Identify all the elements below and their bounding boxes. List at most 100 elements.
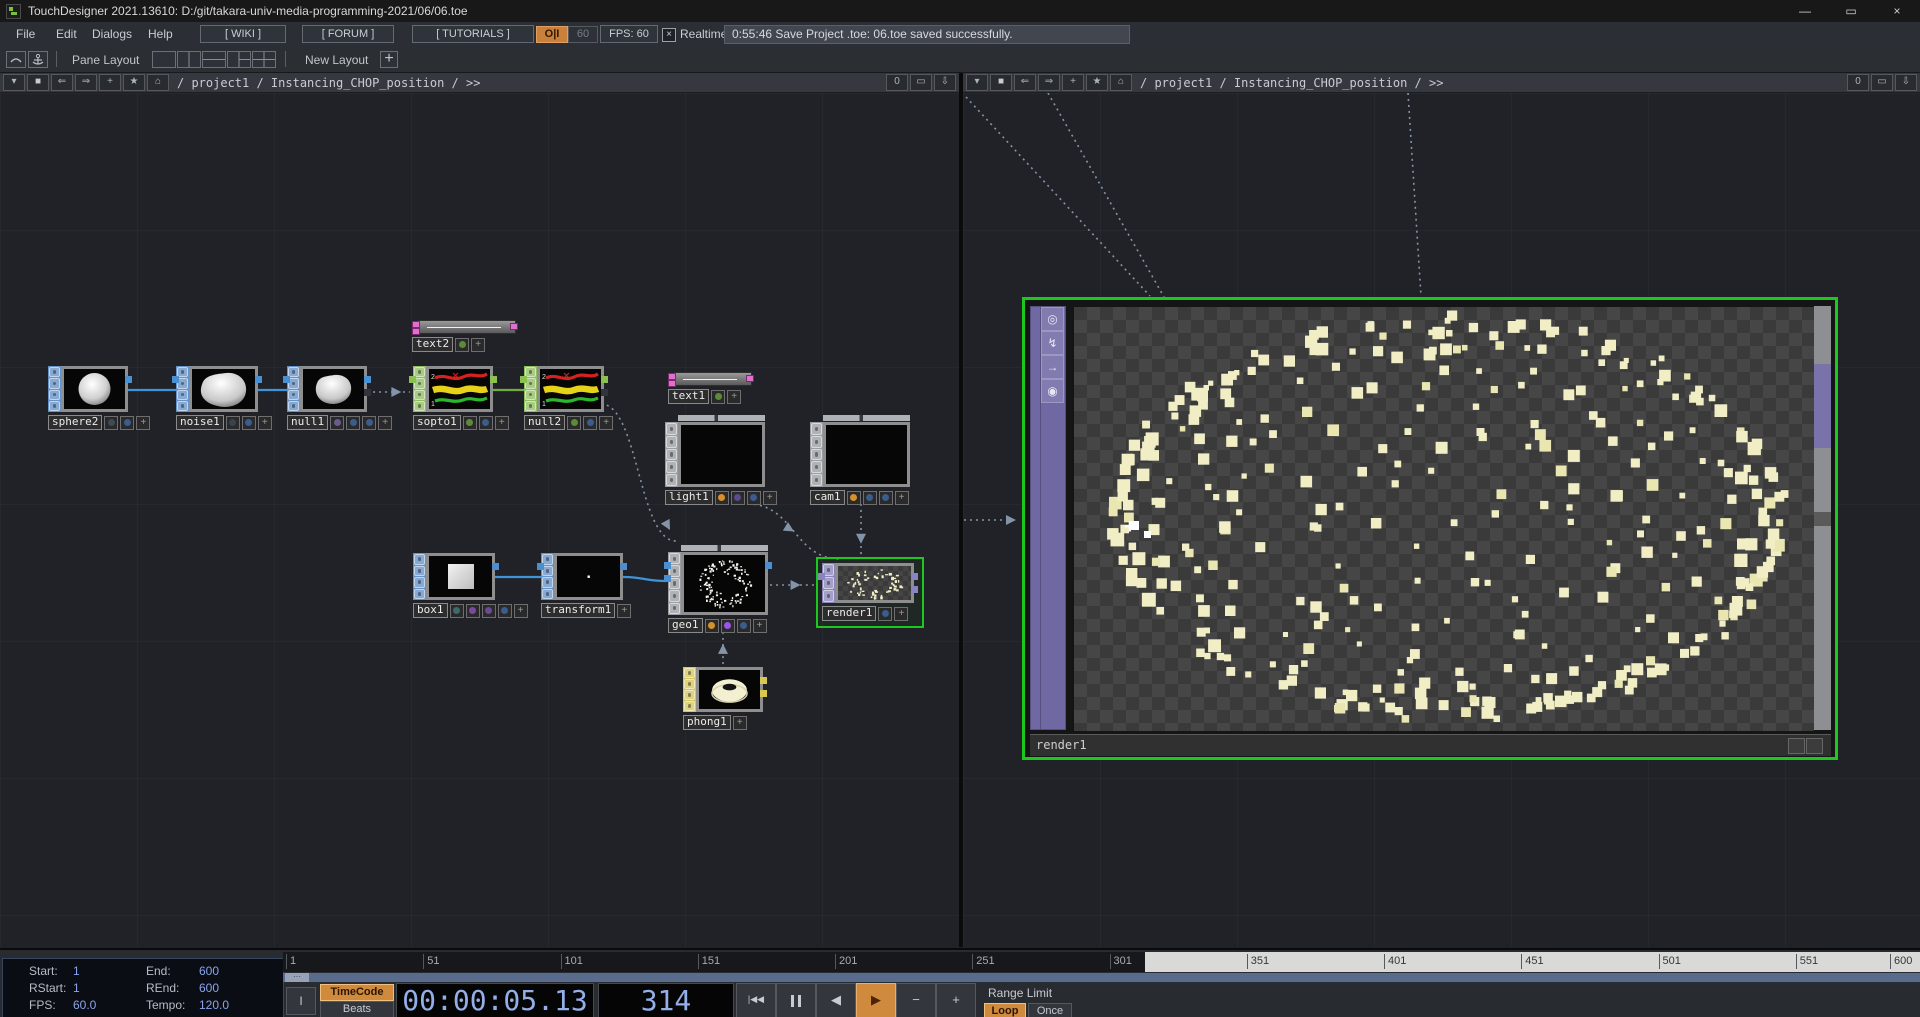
add-flag-chip[interactable]: + xyxy=(617,604,631,618)
flag-chip[interactable] xyxy=(330,416,344,430)
cook-flag-icon[interactable]: ↯ xyxy=(1041,331,1064,355)
flag-chip[interactable] xyxy=(120,416,134,430)
viewer-scroll-strip[interactable] xyxy=(1814,306,1831,730)
flag-cell[interactable] xyxy=(177,390,188,400)
node-text2[interactable]: text2+ xyxy=(412,320,516,350)
independent-time-button[interactable]: I xyxy=(286,987,316,1015)
pane-left-back-button[interactable]: ⇐ xyxy=(51,74,73,91)
flag-chip[interactable] xyxy=(104,416,118,430)
flag-chip[interactable] xyxy=(498,604,512,618)
flag-chip[interactable] xyxy=(747,491,761,505)
output-connector[interactable] xyxy=(125,376,132,383)
midi-oi-toggle[interactable]: O|I xyxy=(536,26,568,43)
node-flag-strip[interactable] xyxy=(48,366,61,412)
viewer-mini-button-2[interactable] xyxy=(1806,738,1823,754)
output-connector[interactable] xyxy=(601,389,608,396)
add-flag-chip[interactable]: + xyxy=(258,416,272,430)
beats-mode-button[interactable]: Beats xyxy=(320,1001,394,1017)
node-label[interactable]: geo1 xyxy=(668,618,703,633)
node-transform1[interactable]: transform1+ xyxy=(541,553,623,616)
node-render1[interactable]: render1 + xyxy=(822,563,914,619)
flag-cell[interactable] xyxy=(669,590,680,601)
node-sopto1[interactable]: 21sopto1+ xyxy=(413,366,493,428)
output-connector[interactable] xyxy=(911,573,918,580)
node-label[interactable]: text2 xyxy=(412,337,453,352)
render1-viewer-node[interactable]: ◎↯→◉+render1 xyxy=(1022,297,1838,760)
timecode-mode-button[interactable]: TimeCode xyxy=(320,984,394,1001)
pane-right-block-button[interactable]: ■ xyxy=(990,74,1012,91)
node-geo1[interactable]: geo1+ xyxy=(668,545,768,631)
flag-chip[interactable] xyxy=(346,416,360,430)
add-flag-chip[interactable]: + xyxy=(894,607,908,621)
add-flag-chip[interactable]: + xyxy=(599,416,613,430)
flag-chip[interactable] xyxy=(705,619,719,633)
flag-cell[interactable] xyxy=(684,701,695,711)
node-label[interactable]: transform1 xyxy=(541,603,615,618)
input-connector[interactable] xyxy=(283,376,290,383)
input-connector[interactable] xyxy=(818,573,825,580)
menu-item-edit[interactable]: Edit xyxy=(56,27,77,41)
pane-right-expand-button[interactable]: ⇩ xyxy=(1895,74,1917,91)
add-flag-chip[interactable]: + xyxy=(378,416,392,430)
flag-chip[interactable] xyxy=(711,390,725,404)
add-flag-chip[interactable]: + xyxy=(495,416,509,430)
node-label[interactable]: sopto1 xyxy=(413,415,461,430)
right-network-pane[interactable]: ◎↯→◉+render1 xyxy=(963,93,1920,947)
flag-cell[interactable] xyxy=(49,367,60,377)
node-label[interactable]: render1 xyxy=(822,606,876,621)
fps-display[interactable]: FPS: 60 xyxy=(600,25,658,43)
flag-cell[interactable] xyxy=(542,577,553,588)
output-connector[interactable] xyxy=(620,563,627,570)
layout-button-single[interactable] xyxy=(152,51,176,68)
flag-chip[interactable] xyxy=(879,491,893,505)
input-connector[interactable] xyxy=(172,376,179,383)
node-label[interactable]: box1 xyxy=(413,603,448,618)
lock-flag-icon[interactable]: ◉ xyxy=(1041,379,1064,403)
plus-button[interactable]: + xyxy=(936,983,976,1017)
flag-chip[interactable] xyxy=(450,604,464,618)
flag-cell[interactable] xyxy=(49,401,60,411)
minus-button[interactable]: − xyxy=(896,983,936,1017)
flag-cell[interactable] xyxy=(669,603,680,614)
flag-cell[interactable] xyxy=(525,390,536,400)
flag-cell[interactable] xyxy=(49,378,60,388)
flag-cell[interactable] xyxy=(666,423,677,435)
node-flag-strip[interactable] xyxy=(176,366,189,412)
pane-left-window-button[interactable]: ▭ xyxy=(910,74,932,91)
bookmark-icon[interactable] xyxy=(6,51,26,68)
node-flag-strip[interactable] xyxy=(683,667,696,712)
flag-cell[interactable] xyxy=(811,449,822,461)
input-connector[interactable] xyxy=(409,376,416,383)
layout-button-split-right[interactable] xyxy=(227,51,251,68)
output-connector[interactable] xyxy=(760,677,767,684)
flag-cell[interactable] xyxy=(49,390,60,400)
input-connector[interactable] xyxy=(664,562,671,569)
pause-button[interactable] xyxy=(776,983,816,1017)
pane-left-block-button[interactable]: ■ xyxy=(27,74,49,91)
flag-chip[interactable] xyxy=(878,607,892,621)
pane-left-path[interactable]: / project1 / Instancing_CHOP_position / … xyxy=(177,76,480,90)
layout-button-split-vertical[interactable] xyxy=(177,51,201,68)
flag-cell[interactable] xyxy=(525,401,536,411)
node-flag-strip[interactable] xyxy=(541,553,554,600)
realtime-checkbox[interactable]: × xyxy=(662,28,676,42)
node-phong1[interactable]: phong1+ xyxy=(683,667,763,728)
maximize-button[interactable]: ▭ xyxy=(1828,0,1874,22)
node-label[interactable]: null1 xyxy=(287,415,328,430)
node-flag-strip[interactable] xyxy=(524,366,537,412)
node-light1[interactable]: light1+ xyxy=(665,415,765,503)
node-flag-strip[interactable] xyxy=(413,366,426,412)
flag-cell[interactable] xyxy=(684,690,695,700)
flag-chip[interactable] xyxy=(583,416,597,430)
flag-cell[interactable] xyxy=(288,390,299,400)
anchor-icon[interactable] xyxy=(28,51,48,68)
minimize-button[interactable]: — xyxy=(1782,0,1828,22)
node-box1[interactable]: box1+ xyxy=(413,553,495,616)
range-handle[interactable]: ··· xyxy=(285,973,309,982)
node-label[interactable]: phong1 xyxy=(683,715,731,730)
output-connector[interactable] xyxy=(364,389,371,396)
flag-cell[interactable] xyxy=(811,436,822,448)
output-connector[interactable] xyxy=(601,376,608,383)
pane-right-back-button[interactable]: ⇐ xyxy=(1014,74,1036,91)
flag-cell[interactable] xyxy=(811,423,822,435)
